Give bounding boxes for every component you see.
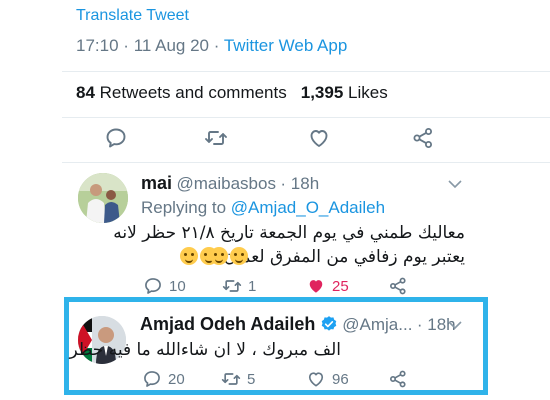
reply-tweet[interactable]: mai @maibasbos · 18h Replying to @Amjad_… [0, 165, 550, 295]
replying-to-handle-link[interactable]: @Amjad_O_Adaileh [231, 198, 385, 217]
reply-icon [145, 278, 161, 294]
likes-stat[interactable]: 1,395 Likes [301, 83, 388, 102]
replying-prefix: Replying to [141, 198, 227, 217]
reply-header: Amjad Odeh Adaileh @Amja... · 18h [140, 314, 456, 335]
tweet-time: 17:10 [76, 36, 119, 55]
reply-action[interactable]: 10 [143, 276, 203, 298]
highlighted-reply-tweet[interactable]: Amjad Odeh Adaileh @Amja... · 18h الف مب… [64, 297, 488, 395]
reply-time[interactable]: · 18h [280, 174, 319, 193]
reply-action[interactable]: 20 [142, 369, 202, 391]
divider [62, 162, 550, 163]
like-count: 25 [332, 278, 349, 295]
share-action[interactable] [388, 369, 412, 391]
reply-count: 10 [169, 278, 186, 295]
tweet-timestamp: 17:10 · 11 Aug 20 · Twitter Web App [76, 36, 347, 56]
like-icon [308, 372, 324, 387]
retweet-icon [221, 373, 241, 385]
reply-icon[interactable] [104, 126, 128, 150]
reply-text-line-2: يعتبر يوم زفافي من المفرق لعمان [223, 247, 465, 267]
reply-emoji-trail [209, 247, 249, 267]
replying-to: Replying to @Amjad_O_Adaileh [141, 198, 385, 218]
divider [62, 71, 550, 72]
verified-badge-icon [321, 316, 337, 331]
user-handle[interactable]: @maibasbos [176, 174, 275, 193]
share-icon [390, 277, 406, 295]
retweets-stat[interactable]: 84 Retweets and comments [76, 83, 287, 102]
share-icon[interactable] [411, 126, 435, 150]
like-count: 96 [332, 371, 349, 388]
retweets-label: Retweets and comments [99, 83, 287, 102]
share-action[interactable] [388, 276, 412, 298]
retweet-action[interactable]: 5 [221, 369, 281, 391]
likes-label: Likes [348, 83, 388, 102]
smiling-face-emoji-icon [230, 247, 248, 265]
smiling-face-emoji-icon [210, 247, 228, 265]
user-handle[interactable]: @Amja... [342, 315, 412, 334]
reply-text-line-1: معاليك طمني في يوم الجمعة تاريخ ٢١/٨ حظر… [113, 223, 465, 243]
reply-text: الف مبروك ، لا ان شاءالله ما فيه حظر [69, 340, 341, 360]
display-name[interactable]: mai [141, 173, 172, 193]
like-action[interactable]: 96 [306, 369, 366, 391]
liked-heart-icon [309, 280, 323, 293]
like-action[interactable]: 25 [306, 276, 366, 298]
translate-tweet-link[interactable]: Translate Tweet [76, 7, 189, 25]
retweets-count: 84 [76, 83, 95, 102]
tweet-date: 11 Aug 20 [133, 36, 210, 55]
chevron-down-icon[interactable] [448, 179, 462, 189]
reply-count: 20 [168, 371, 185, 388]
meta-separator-2: · [213, 36, 220, 55]
meta-separator: · [123, 36, 129, 55]
retweet-action[interactable]: 1 [222, 276, 282, 298]
retweet-count: 1 [248, 278, 257, 295]
like-icon[interactable] [307, 126, 331, 150]
display-name[interactable]: Amjad Odeh Adaileh [140, 314, 315, 334]
divider [62, 117, 550, 118]
reply-icon [144, 371, 160, 387]
tweet-action-bar [100, 120, 432, 156]
retweet-icon[interactable] [204, 126, 228, 150]
avatar[interactable] [78, 173, 128, 223]
avatar-photo [78, 173, 128, 223]
source-app-link[interactable]: Twitter Web App [224, 36, 347, 55]
retweet-count: 5 [247, 371, 256, 388]
share-icon [390, 370, 406, 388]
reply-header: mai @maibasbos · 18h [141, 173, 319, 194]
retweet-icon [222, 280, 242, 292]
smiling-face-emoji-icon [180, 247, 199, 265]
likes-count: 1,395 [300, 83, 344, 102]
chevron-down-icon[interactable] [448, 320, 462, 330]
engagement-stats: 84 Retweets and comments 1,395 Likes [76, 83, 388, 103]
